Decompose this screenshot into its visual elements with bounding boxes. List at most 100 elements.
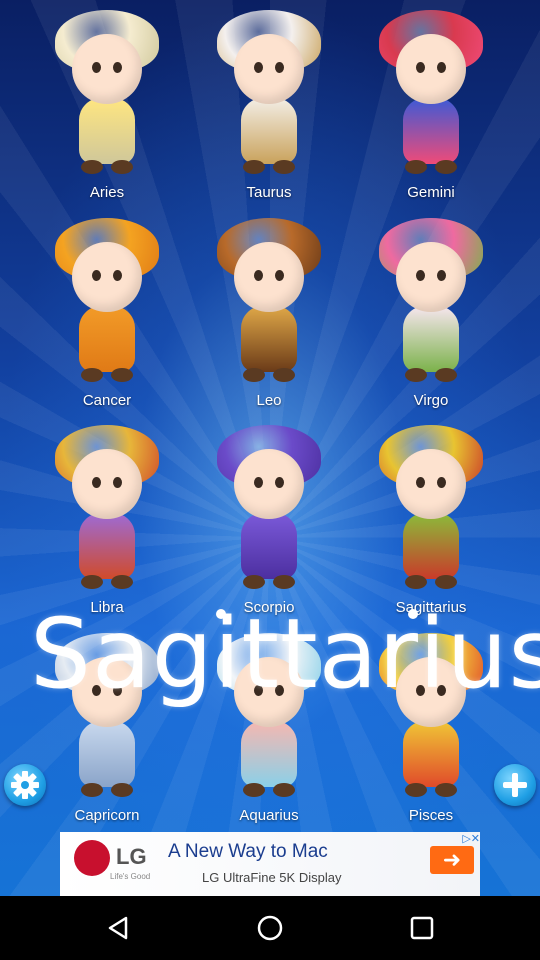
- eye: [254, 477, 263, 488]
- character-face: [234, 242, 304, 312]
- nav-home-button[interactable]: [250, 908, 290, 948]
- character-face: [396, 34, 466, 104]
- zodiac-app-screen: Aries Taurus Gemini Cancer Leo Virgo Libra Scor…: [0, 0, 540, 896]
- ad-headline: A New Way to Mac: [168, 841, 328, 862]
- foot: [405, 575, 427, 589]
- sign-virgo-button[interactable]: Virgo: [350, 212, 512, 417]
- system-nav-bar: [0, 896, 540, 960]
- libra-character-icon: [37, 425, 177, 595]
- sign-libra-button[interactable]: Libra: [26, 419, 188, 624]
- ad-brand: LG: [116, 844, 147, 869]
- nav-back-button[interactable]: [98, 908, 138, 948]
- overlay-dot: [408, 609, 418, 619]
- character-face: [72, 449, 142, 519]
- foot: [405, 783, 427, 797]
- character-face: [234, 657, 304, 727]
- sign-aries-button[interactable]: Aries: [26, 4, 188, 209]
- foot: [111, 575, 133, 589]
- sign-gemini-button[interactable]: Gemini: [350, 4, 512, 209]
- foot: [435, 575, 457, 589]
- eye: [92, 270, 101, 281]
- sign-pisces-button[interactable]: Pisces: [350, 627, 512, 832]
- foot: [243, 368, 265, 382]
- sign-label: Virgo: [413, 392, 449, 409]
- eye: [275, 477, 284, 488]
- costume-body: [403, 513, 459, 579]
- sign-leo-button[interactable]: Leo: [188, 212, 350, 417]
- sign-sagittarius-button[interactable]: Sagittarius: [350, 419, 512, 624]
- sign-aquarius-button[interactable]: Aquarius: [188, 627, 350, 832]
- eye: [113, 685, 122, 696]
- eye: [416, 270, 425, 281]
- sign-label: Sagittarius: [395, 599, 467, 616]
- costume-body: [79, 721, 135, 787]
- foot: [81, 160, 103, 174]
- eye: [416, 477, 425, 488]
- foot: [243, 783, 265, 797]
- gemini-character-icon: [361, 10, 501, 180]
- character-face: [234, 449, 304, 519]
- ad-arrow-icon: ➜: [430, 846, 474, 874]
- costume-body: [241, 306, 297, 372]
- sign-taurus-button[interactable]: Taurus: [188, 4, 350, 209]
- character-face: [396, 657, 466, 727]
- ad-banner[interactable]: LG Life's Good A New Way to Mac LG Ultra…: [60, 832, 480, 896]
- costume-body: [403, 721, 459, 787]
- foot: [435, 783, 457, 797]
- foot: [405, 368, 427, 382]
- foot: [243, 160, 265, 174]
- costume-body: [403, 306, 459, 372]
- eye: [113, 62, 122, 73]
- character-face: [72, 657, 142, 727]
- eye: [113, 270, 122, 281]
- cancer-character-icon: [37, 218, 177, 388]
- character-face: [234, 34, 304, 104]
- foot: [111, 368, 133, 382]
- eye: [254, 270, 263, 281]
- eye: [92, 477, 101, 488]
- costume-body: [241, 513, 297, 579]
- eye: [437, 477, 446, 488]
- settings-button[interactable]: [4, 764, 46, 806]
- gear-icon: [11, 771, 39, 799]
- sign-label: Aries: [89, 184, 125, 201]
- overlay-dot: [216, 609, 226, 619]
- foot: [111, 160, 133, 174]
- sign-label: Leo: [256, 392, 282, 409]
- eye: [437, 62, 446, 73]
- eye: [437, 685, 446, 696]
- foot: [273, 160, 295, 174]
- sign-cancer-button[interactable]: Cancer: [26, 212, 188, 417]
- scorpio-character-icon: [199, 425, 339, 595]
- sign-label: Libra: [90, 599, 124, 616]
- recents-square-icon: [410, 916, 434, 940]
- costume-body: [79, 513, 135, 579]
- sign-label: Pisces: [408, 807, 454, 824]
- character-face: [72, 242, 142, 312]
- capricorn-character-icon: [37, 633, 177, 803]
- eye: [92, 685, 101, 696]
- plus-icon: [503, 773, 527, 797]
- eye: [275, 685, 284, 696]
- sign-label: Taurus: [246, 184, 292, 201]
- aries-character-icon: [37, 10, 177, 180]
- pisces-character-icon: [361, 633, 501, 803]
- ad-brand-tagline: Life's Good: [110, 872, 151, 881]
- ad-subline: LG UltraFine 5K Display: [202, 870, 342, 885]
- foot: [81, 368, 103, 382]
- nav-recents-button[interactable]: [402, 908, 442, 948]
- eye: [437, 270, 446, 281]
- sagittarius-character-icon: [361, 425, 501, 595]
- costume-body: [79, 306, 135, 372]
- foot: [81, 783, 103, 797]
- sign-capricorn-button[interactable]: Capricorn: [26, 627, 188, 832]
- costume-body: [241, 98, 297, 164]
- ad-choices-icon[interactable]: ▷✕: [446, 832, 480, 846]
- eye: [254, 62, 263, 73]
- eye: [254, 685, 263, 696]
- sign-scorpio-button[interactable]: Scorpio: [188, 419, 350, 624]
- character-face: [72, 34, 142, 104]
- virgo-character-icon: [361, 218, 501, 388]
- foot: [273, 575, 295, 589]
- add-button[interactable]: [494, 764, 536, 806]
